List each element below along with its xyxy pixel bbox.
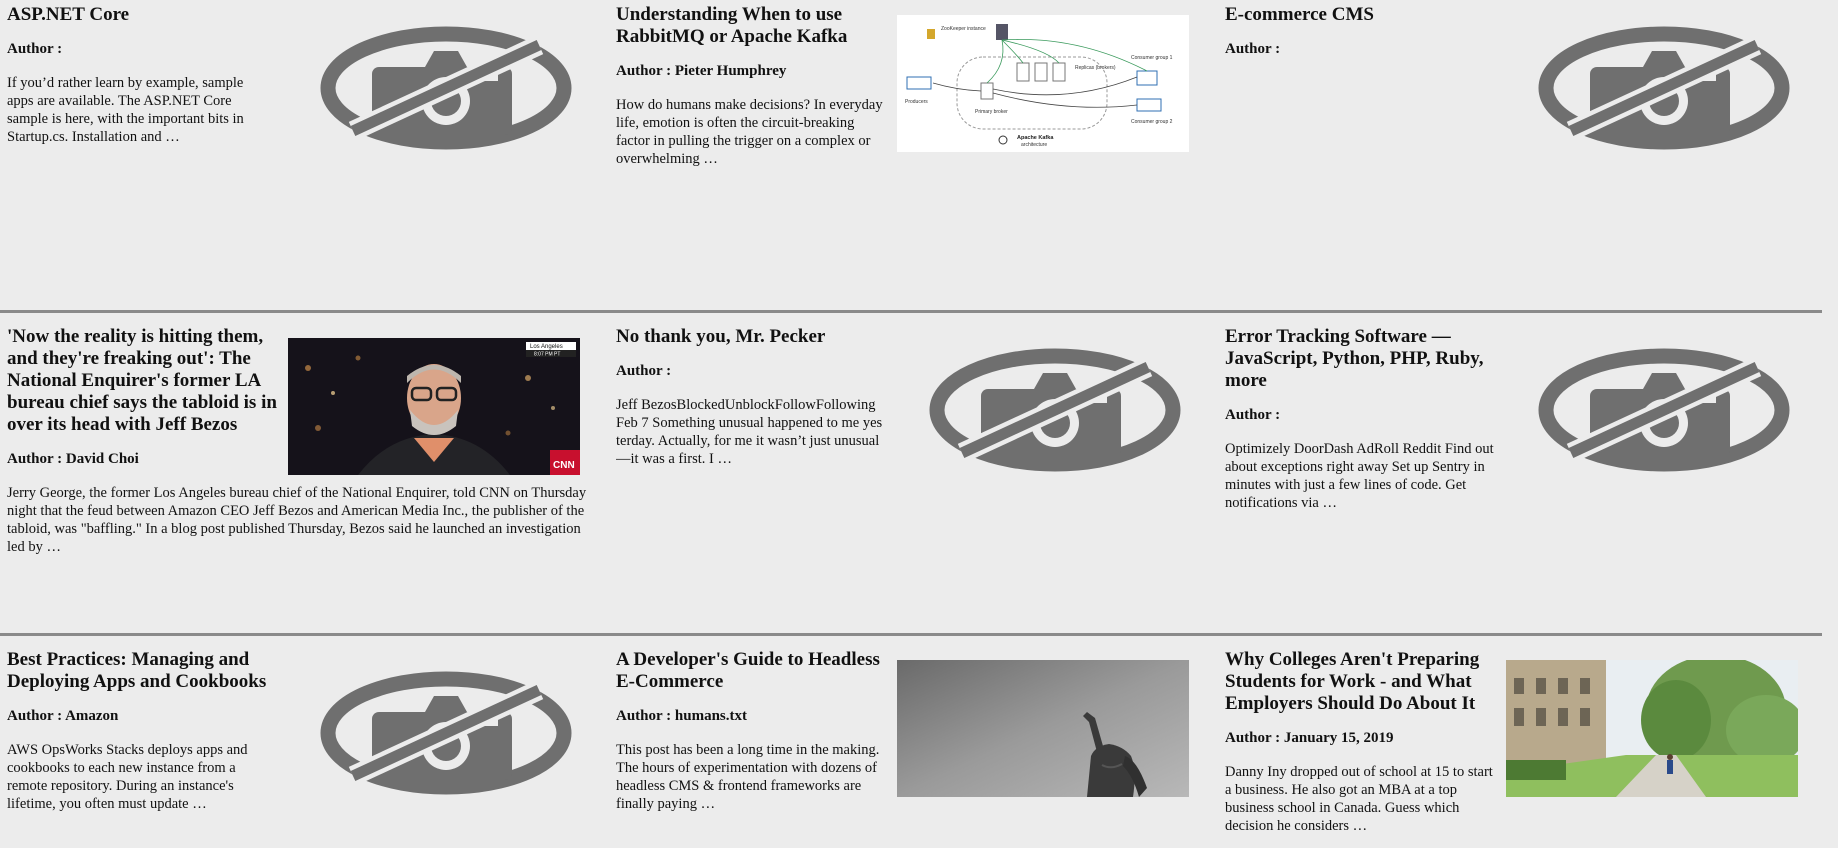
article-card: Error Tracking Software — JavaScript, Py… (1225, 322, 1825, 622)
article-excerpt: AWS OpsWorks Stacks deploys apps and coo… (7, 742, 248, 812)
article-author: Author : January 15, 2019 (1225, 730, 1394, 746)
svg-text:Apache Kafka: Apache Kafka (1017, 135, 1054, 141)
article-excerpt: Danny Iny dropped out of school at 15 to… (1225, 764, 1493, 834)
row-divider (0, 633, 1822, 636)
article-title[interactable]: E-commerce CMS (1225, 4, 1495, 26)
article-author: Author : Amazon (7, 708, 119, 724)
kafka-architecture-diagram: ZooKeeper instance Producers Replicas (b… (897, 15, 1189, 152)
svg-text:CNN: CNN (553, 460, 575, 471)
svg-text:ZooKeeper instance: ZooKeeper instance (941, 26, 986, 32)
no-photo-icon (307, 19, 597, 156)
svg-text:Primary broker: Primary broker (975, 109, 1008, 115)
article-title[interactable]: ASP.NET Core (7, 4, 272, 26)
no-photo-icon (307, 664, 597, 801)
article-title[interactable]: 'Now the reality is hitting them, and th… (7, 326, 285, 436)
article-card: No thank you, Mr. Pecker Author : Jeff B… (616, 322, 1206, 622)
article-excerpt: Jeff BezosBlockedUnblockFollowFollowing … (616, 397, 883, 467)
news-interview-photo: Los Angeles 8:07 PM PT CNN (288, 338, 580, 475)
row-divider (0, 310, 1822, 313)
article-author: Author : David Choi (7, 451, 139, 467)
article-card: Best Practices: Managing and Deploying A… (7, 645, 597, 848)
article-author: Author : (616, 363, 672, 379)
svg-text:Producers: Producers (905, 99, 928, 105)
article-card: ASP.NET Core Author : If you’d rather le… (7, 0, 597, 300)
article-excerpt: Optimizely DoorDash AdRoll Reddit Find o… (1225, 441, 1494, 511)
article-title[interactable]: Understanding When to use RabbitMQ or Ap… (616, 4, 891, 48)
article-title[interactable]: Why Colleges Aren't Preparing Students f… (1225, 649, 1495, 715)
svg-text:8:07 PM PT: 8:07 PM PT (534, 352, 560, 358)
svg-text:Consumer group 2: Consumer group 2 (1131, 119, 1173, 125)
article-author: Author : humans.txt (616, 708, 747, 724)
article-author: Author : (1225, 407, 1281, 423)
no-photo-icon (1525, 341, 1817, 478)
svg-text:Consumer group 1: Consumer group 1 (1131, 55, 1173, 61)
article-title[interactable]: No thank you, Mr. Pecker (616, 326, 886, 348)
article-title[interactable]: Best Practices: Managing and Deploying A… (7, 649, 277, 693)
article-author: Author : (1225, 41, 1281, 57)
article-excerpt: How do humans make decisions? In everyda… (616, 97, 883, 167)
article-author: Author : (7, 41, 63, 57)
article-title[interactable]: Error Tracking Software — JavaScript, Py… (1225, 326, 1495, 392)
article-card: Understanding When to use RabbitMQ or Ap… (616, 0, 1206, 300)
article-card: 'Now the reality is hitting them, and th… (7, 322, 597, 622)
article-title[interactable]: A Developer's Guide to Headless E-Commer… (616, 649, 886, 693)
article-excerpt: If you’d rather learn by example, sample… (7, 75, 244, 145)
college-campus-photo (1506, 660, 1798, 797)
no-photo-icon (1525, 19, 1817, 156)
no-photo-icon (916, 341, 1206, 478)
article-card: E-commerce CMS Author : (1225, 0, 1825, 300)
svg-text:Los Angeles: Los Angeles (530, 344, 563, 350)
article-excerpt: Jerry George, the former Los Angeles bur… (7, 485, 587, 555)
article-author: Author : Pieter Humphrey (616, 63, 787, 79)
article-card: A Developer's Guide to Headless E-Commer… (616, 645, 1206, 848)
svg-text:architecture: architecture (1021, 142, 1047, 148)
article-card: Why Colleges Aren't Preparing Students f… (1225, 645, 1825, 848)
article-grid: ASP.NET Core Author : If you’d rather le… (0, 0, 1838, 848)
headless-statue-photo (897, 660, 1189, 797)
article-excerpt: This post has been a long time in the ma… (616, 742, 880, 812)
svg-text:Replicas (brokers): Replicas (brokers) (1075, 65, 1116, 71)
